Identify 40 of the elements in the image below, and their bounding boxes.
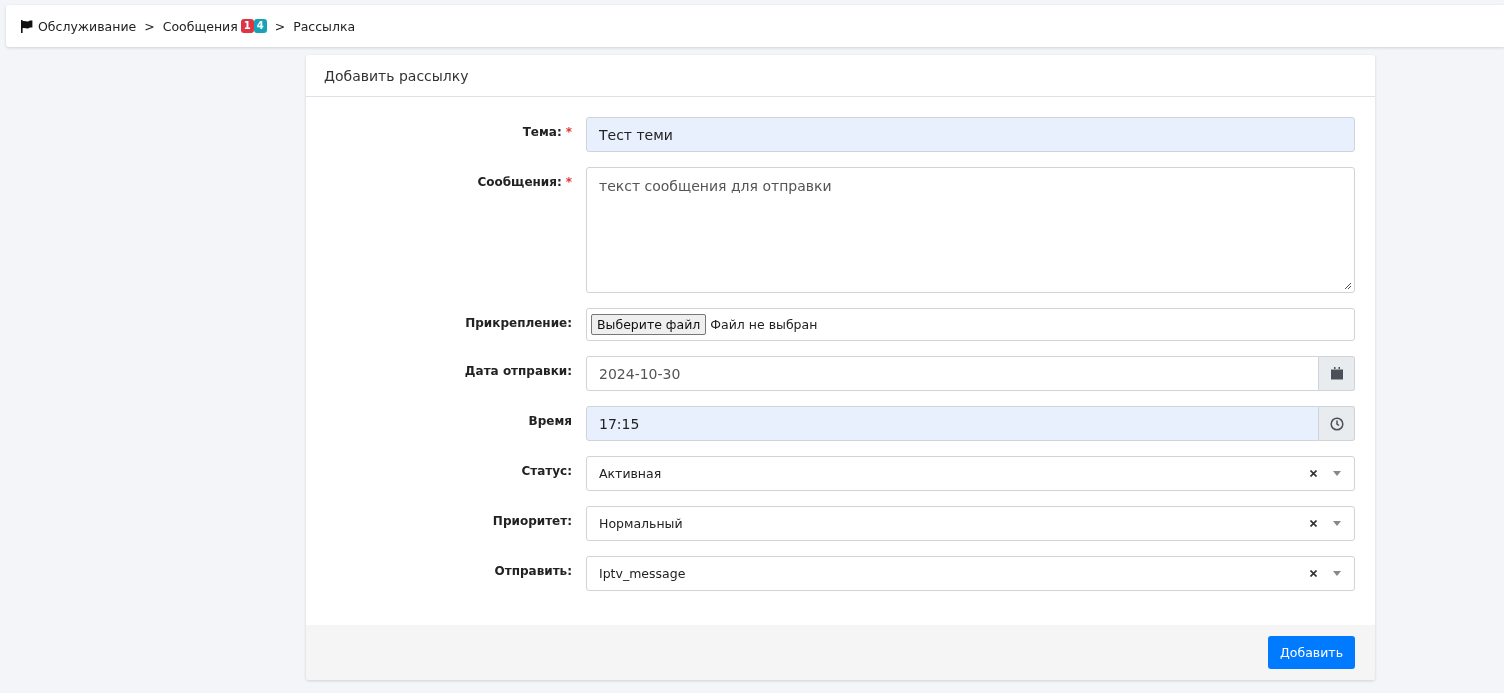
date-input[interactable]: 2024-10-30: [586, 356, 1319, 391]
field-label: Отправить:: [494, 564, 572, 578]
clear-icon[interactable]: [1310, 470, 1317, 477]
select-dropdown[interactable]: Активная: [586, 456, 1355, 491]
message-textarea[interactable]: текст сообщения для отправки: [586, 167, 1355, 293]
field-label: Тема:: [522, 125, 562, 139]
breadcrumb-link[interactable]: Рассылка: [293, 18, 356, 34]
required-mark: *: [565, 125, 572, 139]
clear-icon[interactable]: [1310, 520, 1317, 527]
field-label: Приоритет:: [492, 514, 572, 528]
breadcrumb-separator: >: [144, 18, 155, 34]
caret-icon: [1333, 521, 1341, 526]
count-badge: 4: [253, 19, 267, 33]
add-button[interactable]: Добавить: [1268, 636, 1355, 669]
caret-icon: [1333, 471, 1341, 476]
breadcrumb-link[interactable]: Сообщения: [162, 18, 238, 34]
field-label: Сообщения:: [477, 175, 562, 189]
clock-icon: [1329, 416, 1344, 431]
file-input[interactable]: Выберите файл Файл не выбран: [586, 308, 1355, 341]
select-dropdown[interactable]: Нормальный: [586, 506, 1355, 541]
field-label: Статус:: [521, 464, 572, 478]
card-title: Добавить рассылку: [324, 67, 469, 84]
flag-icon: [20, 19, 33, 33]
time-input[interactable]: 17:15: [586, 406, 1319, 441]
field-label: Время: [528, 414, 572, 428]
required-mark: *: [565, 175, 572, 189]
breadcrumb-link[interactable]: Обслуживание: [38, 18, 137, 34]
choose-file-button[interactable]: Выберите файл: [591, 314, 707, 335]
calendar-button[interactable]: [1319, 356, 1355, 391]
count-badge: 1: [240, 19, 254, 33]
text-input[interactable]: Тест теми: [586, 117, 1355, 152]
field-label: Дата отправки:: [464, 364, 572, 378]
clear-icon[interactable]: [1310, 570, 1317, 577]
select-dropdown[interactable]: Iptv_message: [586, 556, 1355, 591]
field-label: Прикрепление:: [465, 316, 572, 330]
clock-button[interactable]: [1319, 406, 1355, 441]
resize-handle-icon[interactable]: [1344, 282, 1352, 290]
caret-icon: [1333, 571, 1341, 576]
breadcrumb-separator: >: [274, 18, 286, 34]
calendar-icon: [1330, 367, 1343, 380]
